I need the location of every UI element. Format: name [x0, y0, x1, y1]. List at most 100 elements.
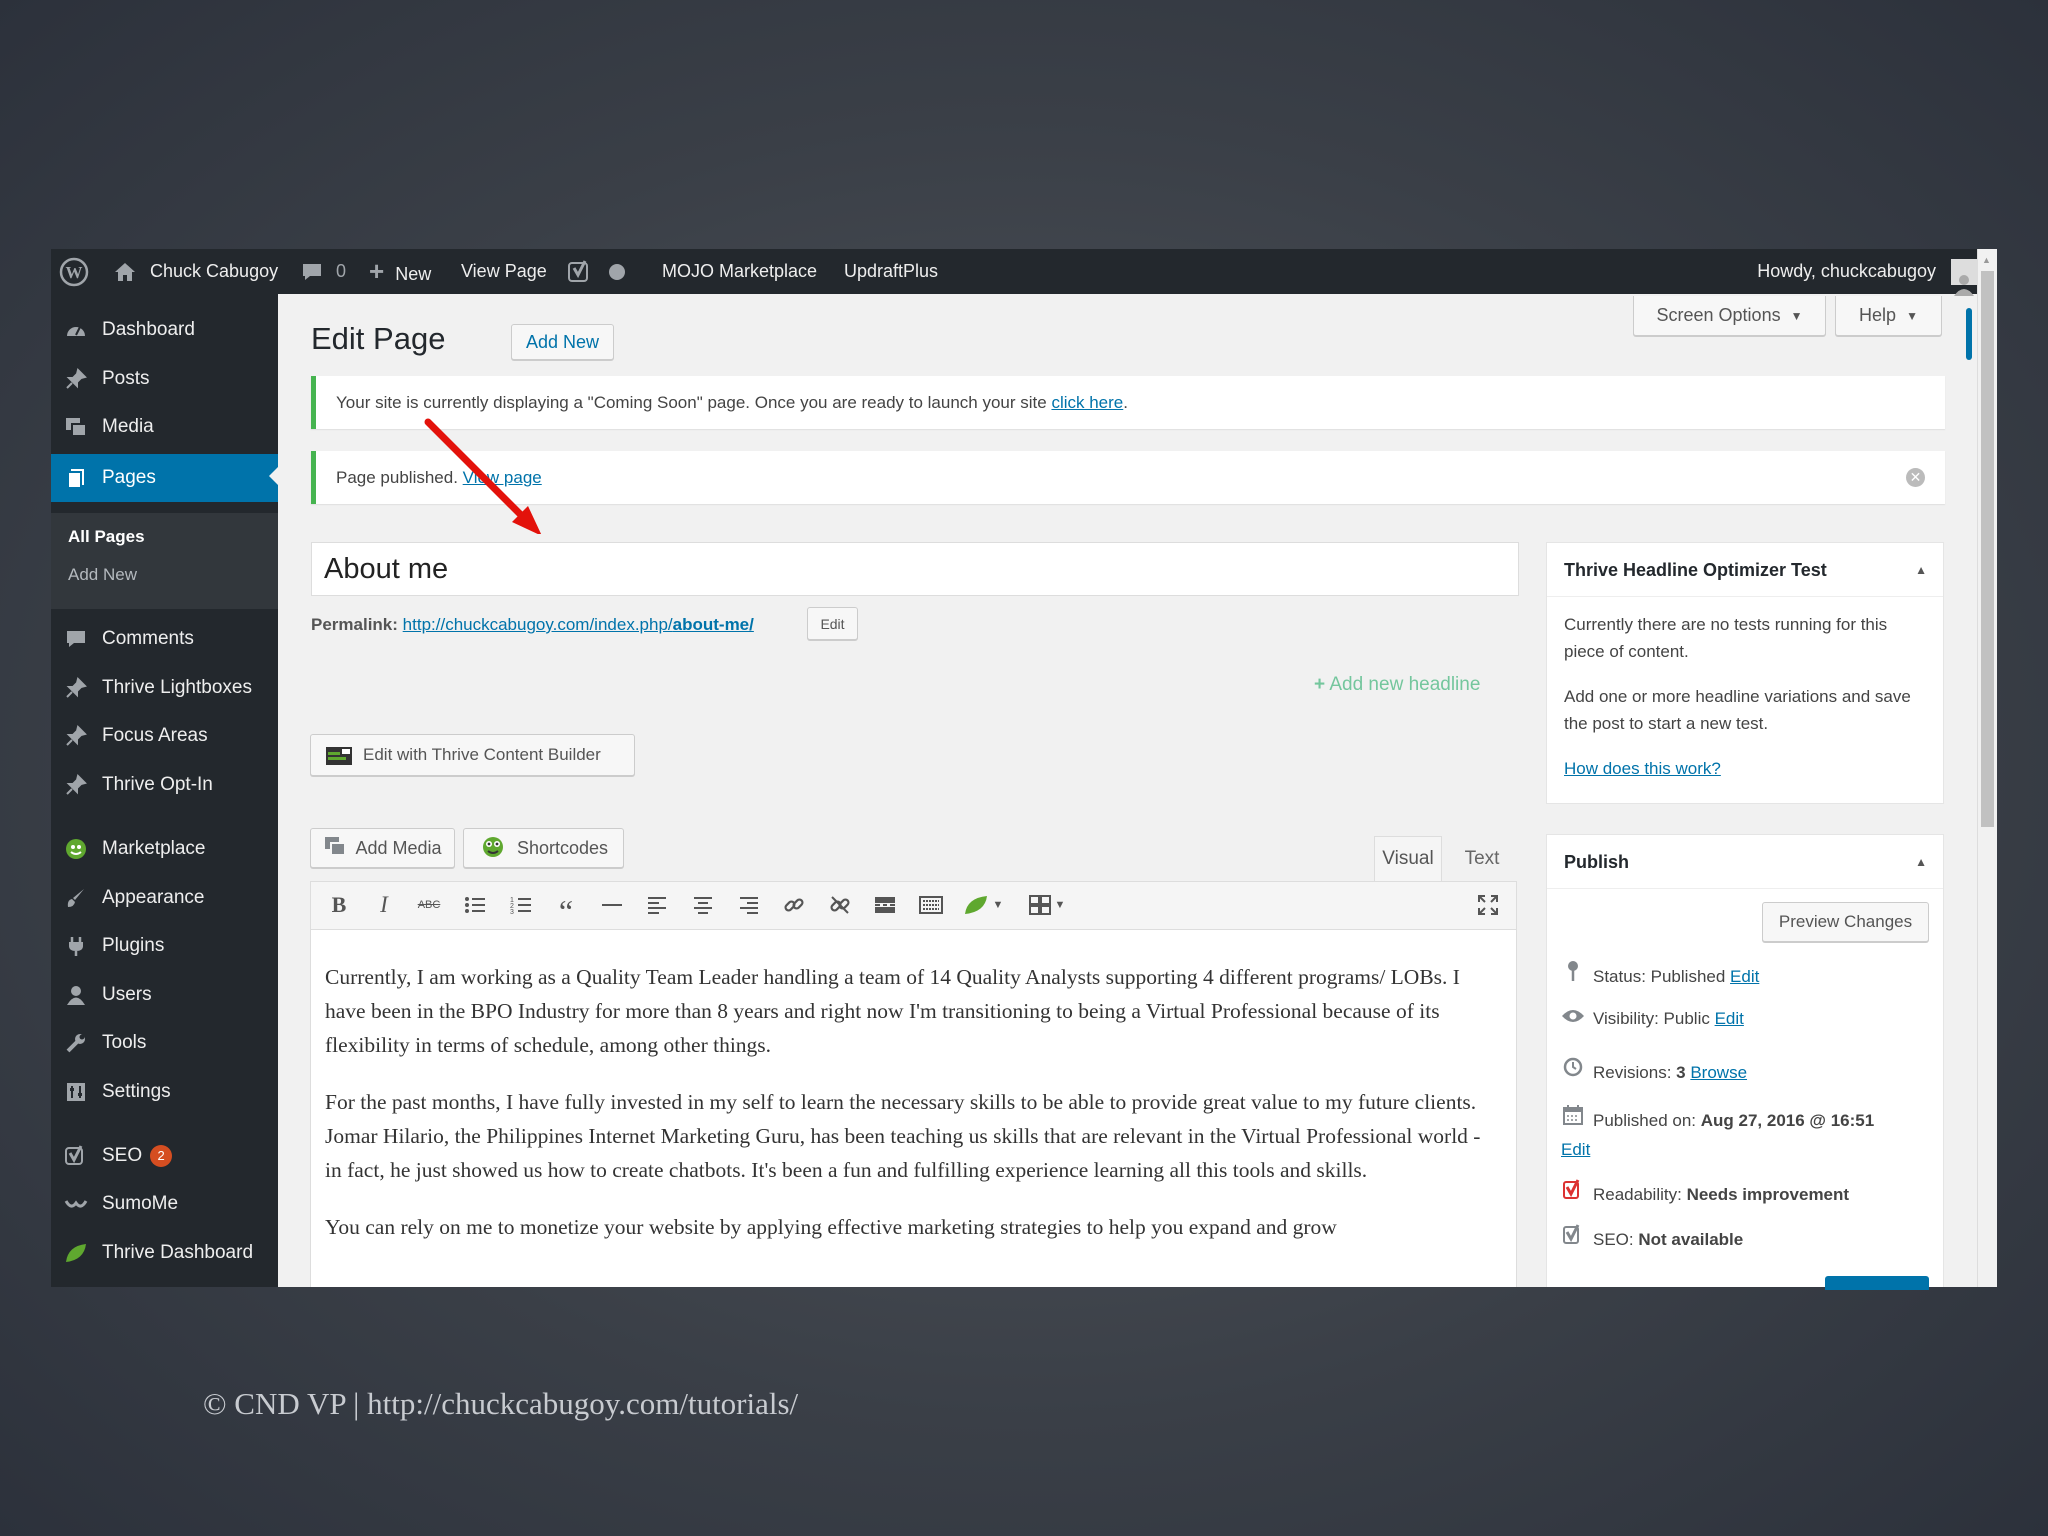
- click-here-link[interactable]: click here: [1051, 393, 1123, 412]
- sidebar-item-pages[interactable]: Pages: [51, 454, 278, 502]
- avatar: [1951, 259, 1977, 296]
- scrollbar-thumb[interactable]: [1981, 271, 1994, 827]
- sidebar-item-plugins[interactable]: Plugins: [51, 924, 278, 968]
- how-does-this-work-link[interactable]: How does this work?: [1564, 759, 1721, 778]
- comments-link[interactable]: 0: [301, 249, 346, 294]
- status-dot-icon[interactable]: [609, 249, 625, 294]
- sidebar-item-thrive-opt-in[interactable]: Thrive Opt-In: [51, 763, 278, 807]
- sidebar-item-dashboard[interactable]: Dashboard: [51, 308, 278, 352]
- users-icon: [63, 973, 89, 1017]
- page-title: Edit Page: [311, 321, 446, 356]
- brush-icon: [63, 876, 89, 920]
- italic-icon[interactable]: I: [366, 882, 402, 928]
- page-title-input[interactable]: About me: [311, 542, 1519, 596]
- pin-icon: [63, 357, 89, 401]
- sidebar-item-posts[interactable]: Posts: [51, 357, 278, 401]
- editor-content-area[interactable]: Currently, I am working as a Quality Tea…: [311, 930, 1516, 1244]
- dashboard-icon: [63, 308, 89, 352]
- comment-bubble-icon: [301, 261, 323, 281]
- thrive-builder-icon: [325, 744, 353, 766]
- bulleted-list-icon[interactable]: [457, 882, 493, 928]
- sidebar-item-seo[interactable]: SEO 2: [51, 1134, 278, 1178]
- help-button[interactable]: Help ▼: [1835, 296, 1942, 336]
- remove-link-icon[interactable]: [822, 882, 858, 928]
- grid-dropdown-icon[interactable]: ▼: [1023, 882, 1071, 928]
- new-content-link[interactable]: + New: [369, 249, 431, 294]
- preview-changes-button[interactable]: Preview Changes: [1762, 902, 1929, 942]
- edit-with-thrive-content-builder-button[interactable]: Edit with Thrive Content Builder: [310, 734, 635, 776]
- sidebar-item-media[interactable]: Media: [51, 405, 278, 449]
- sidebar-item-focus-areas[interactable]: Focus Areas: [51, 714, 278, 758]
- sidebar-item-appearance[interactable]: Appearance: [51, 876, 278, 920]
- updraftplus-link[interactable]: UpdraftPlus: [844, 249, 938, 294]
- tab-text[interactable]: Text: [1448, 836, 1516, 881]
- mojo-marketplace-link[interactable]: MOJO Marketplace: [662, 249, 817, 294]
- sidebar-item-thrive-lightboxes[interactable]: Thrive Lightboxes: [51, 666, 278, 710]
- visibility-edit-link[interactable]: Edit: [1715, 1009, 1744, 1028]
- pages-icon: [63, 454, 89, 502]
- insert-link-icon[interactable]: [776, 882, 812, 928]
- thrive-leaf-dropdown-icon[interactable]: ▼: [959, 882, 1007, 928]
- publish-box-header[interactable]: Publish ▲: [1547, 835, 1943, 889]
- collapse-arrow-icon[interactable]: ▲: [1915, 543, 1927, 597]
- sumome-icon: [63, 1182, 89, 1226]
- yoast-icon[interactable]: [567, 249, 593, 294]
- revisions-browse-link[interactable]: Browse: [1690, 1063, 1747, 1082]
- leaf-icon: [63, 1231, 89, 1275]
- align-right-icon[interactable]: [731, 882, 767, 928]
- marketplace-icon: [63, 827, 89, 871]
- plus-icon: +: [369, 256, 385, 286]
- add-new-page-button[interactable]: Add New: [511, 324, 614, 360]
- screen-options-button[interactable]: Screen Options ▼: [1633, 296, 1826, 336]
- add-new-headline-link[interactable]: + Add new headline: [1314, 674, 1480, 696]
- visibility-row: Visibility: Public Edit: [1561, 1008, 1744, 1029]
- permalink-edit-button[interactable]: Edit: [807, 607, 858, 640]
- numbered-list-icon[interactable]: 123: [503, 882, 539, 928]
- sidebar-item-thrive-dashboard[interactable]: Thrive Dashboard: [51, 1231, 278, 1275]
- horizontal-line-icon[interactable]: [594, 882, 630, 928]
- status-edit-link[interactable]: Edit: [1730, 967, 1759, 986]
- sidebar-item-users[interactable]: Users: [51, 973, 278, 1017]
- toolbar-toggle-icon[interactable]: [913, 882, 949, 928]
- sidebar-item-comments[interactable]: Comments: [51, 617, 278, 661]
- submenu-all-pages[interactable]: All Pages: [68, 527, 145, 547]
- my-account-link[interactable]: Howdy, chuckcabugoy: [1757, 249, 1977, 296]
- site-name-link[interactable]: Chuck Cabugoy: [113, 249, 278, 294]
- wordpress-logo-icon[interactable]: W: [59, 249, 89, 294]
- submenu-add-new[interactable]: Add New: [68, 565, 137, 585]
- readability-row: Readability: Needs improvement: [1561, 1178, 1849, 1205]
- home-icon: [113, 261, 137, 282]
- thrive-box-header[interactable]: Thrive Headline Optimizer Test ▲: [1547, 543, 1943, 597]
- caret-down-icon: ▼: [1790, 308, 1803, 323]
- media-icon: [323, 835, 347, 862]
- sidebar-item-settings[interactable]: Settings: [51, 1070, 278, 1114]
- tab-visual[interactable]: Visual: [1374, 836, 1442, 881]
- eye-icon: [1561, 1008, 1585, 1029]
- published-on-edit-link[interactable]: Edit: [1561, 1140, 1590, 1159]
- yoast-icon: [63, 1134, 89, 1178]
- window-scrollbar[interactable]: ▲: [1977, 249, 1997, 1287]
- scroll-indicator: [1966, 308, 1972, 360]
- sidebar-item-tools[interactable]: Tools: [51, 1021, 278, 1065]
- fullscreen-icon[interactable]: [1470, 882, 1506, 928]
- editor-paragraph: For the past months, I have fully invest…: [325, 1090, 1481, 1182]
- align-center-icon[interactable]: [685, 882, 721, 928]
- sidebar-item-sumome[interactable]: SumoMe: [51, 1182, 278, 1226]
- permalink-link[interactable]: http://chuckcabugoy.com/index.php/about-…: [403, 615, 754, 634]
- dismiss-icon[interactable]: ✕: [1906, 468, 1925, 487]
- pin-icon: [63, 714, 89, 758]
- shortcodes-button[interactable]: Shortcodes: [463, 828, 624, 868]
- svg-text:3: 3: [510, 909, 514, 915]
- collapse-arrow-icon[interactable]: ▲: [1915, 835, 1927, 889]
- align-left-icon[interactable]: [639, 882, 675, 928]
- blockquote-icon[interactable]: “: [548, 882, 584, 929]
- bold-icon[interactable]: B: [321, 882, 357, 928]
- strikethrough-icon[interactable]: ABC: [411, 882, 447, 928]
- status-row: Status: Published Edit: [1561, 960, 1759, 987]
- sidebar-item-marketplace[interactable]: Marketplace: [51, 827, 278, 871]
- add-media-button[interactable]: Add Media: [310, 828, 455, 868]
- view-page-link[interactable]: View Page: [461, 249, 547, 294]
- footer-caption: © CND VP | http://chuckcabugoy.com/tutor…: [203, 1386, 799, 1421]
- update-button[interactable]: [1825, 1276, 1929, 1290]
- read-more-icon[interactable]: [867, 882, 903, 928]
